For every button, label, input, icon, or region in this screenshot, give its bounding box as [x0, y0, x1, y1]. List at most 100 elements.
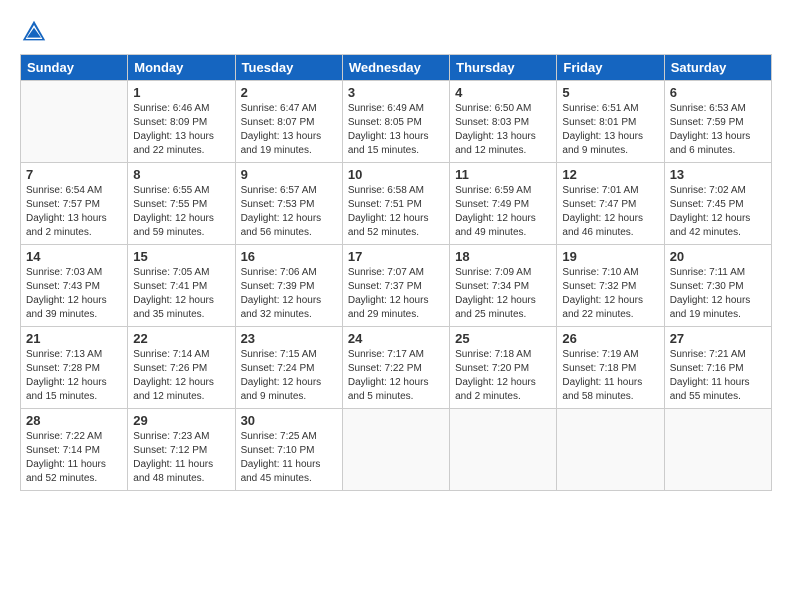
day-number: 23: [241, 331, 337, 346]
day-number: 18: [455, 249, 551, 264]
day-info: Sunrise: 7:07 AM Sunset: 7:37 PM Dayligh…: [348, 266, 444, 322]
calendar-cell: 15 Sunrise: 7:05 AM Sunset: 7:41 PM Dayli…: [128, 245, 235, 327]
calendar-week-row: 21 Sunrise: 7:13 AM Sunset: 7:28 PM Dayli…: [21, 327, 772, 409]
day-number: 21: [26, 331, 122, 346]
day-number: 15: [133, 249, 229, 264]
calendar-cell: 22 Sunrise: 7:14 AM Sunset: 7:26 PM Dayli…: [128, 327, 235, 409]
day-number: 16: [241, 249, 337, 264]
day-number: 26: [562, 331, 658, 346]
logo: [20, 18, 52, 46]
day-info: Sunrise: 7:10 AM Sunset: 7:32 PM Dayligh…: [562, 266, 658, 322]
day-info: Sunrise: 6:58 AM Sunset: 7:51 PM Dayligh…: [348, 184, 444, 240]
day-info: Sunrise: 6:49 AM Sunset: 8:05 PM Dayligh…: [348, 102, 444, 158]
day-number: 5: [562, 85, 658, 100]
calendar-cell: 5 Sunrise: 6:51 AM Sunset: 8:01 PM Daylig…: [557, 81, 664, 163]
day-info: Sunrise: 7:06 AM Sunset: 7:39 PM Dayligh…: [241, 266, 337, 322]
calendar-cell: 30Sunrise: 7:25 AM Sunset: 7:10 PM Dayli…: [235, 409, 342, 491]
day-info: Sunrise: 7:11 AM Sunset: 7:30 PM Dayligh…: [670, 266, 766, 322]
day-info: Sunrise: 6:53 AM Sunset: 7:59 PM Dayligh…: [670, 102, 766, 158]
day-info: Sunrise: 7:19 AM Sunset: 7:18 PM Dayligh…: [562, 348, 658, 404]
calendar-cell: 21 Sunrise: 7:13 AM Sunset: 7:28 PM Dayli…: [21, 327, 128, 409]
day-info: Sunrise: 7:18 AM Sunset: 7:20 PM Dayligh…: [455, 348, 551, 404]
calendar-cell: 25 Sunrise: 7:18 AM Sunset: 7:20 PM Dayli…: [450, 327, 557, 409]
calendar-header-saturday: Saturday: [664, 55, 771, 81]
day-number: 2: [241, 85, 337, 100]
day-info: Sunrise: 7:14 AM Sunset: 7:26 PM Dayligh…: [133, 348, 229, 404]
calendar-week-row: 1 Sunrise: 6:46 AM Sunset: 8:09 PM Daylig…: [21, 81, 772, 163]
day-number: 4: [455, 85, 551, 100]
calendar-cell: [450, 409, 557, 491]
calendar-cell: 23 Sunrise: 7:15 AM Sunset: 7:24 PM Dayli…: [235, 327, 342, 409]
calendar-week-row: 14 Sunrise: 7:03 AM Sunset: 7:43 PM Dayli…: [21, 245, 772, 327]
day-info: Sunrise: 6:55 AM Sunset: 7:55 PM Dayligh…: [133, 184, 229, 240]
day-number: 22: [133, 331, 229, 346]
day-info: Sunrise: 6:54 AM Sunset: 7:57 PM Dayligh…: [26, 184, 122, 240]
calendar-cell: [557, 409, 664, 491]
calendar-cell: 13Sunrise: 7:02 AM Sunset: 7:45 PM Dayli…: [664, 163, 771, 245]
calendar-cell: 18 Sunrise: 7:09 AM Sunset: 7:34 PM Dayli…: [450, 245, 557, 327]
day-number: 25: [455, 331, 551, 346]
calendar-cell: 1 Sunrise: 6:46 AM Sunset: 8:09 PM Daylig…: [128, 81, 235, 163]
day-info: Sunrise: 7:23 AM Sunset: 7:12 PM Dayligh…: [133, 430, 229, 486]
calendar-week-row: 7 Sunrise: 6:54 AM Sunset: 7:57 PM Daylig…: [21, 163, 772, 245]
calendar-cell: 28 Sunrise: 7:22 AM Sunset: 7:14 PM Dayli…: [21, 409, 128, 491]
day-info: Sunrise: 7:15 AM Sunset: 7:24 PM Dayligh…: [241, 348, 337, 404]
day-info: Sunrise: 7:13 AM Sunset: 7:28 PM Dayligh…: [26, 348, 122, 404]
day-info: Sunrise: 6:50 AM Sunset: 8:03 PM Dayligh…: [455, 102, 551, 158]
day-number: 3: [348, 85, 444, 100]
day-info: Sunrise: 6:46 AM Sunset: 8:09 PM Dayligh…: [133, 102, 229, 158]
calendar-cell: 19 Sunrise: 7:10 AM Sunset: 7:32 PM Dayli…: [557, 245, 664, 327]
day-number: 1: [133, 85, 229, 100]
day-number: 8: [133, 167, 229, 182]
day-info: Sunrise: 7:05 AM Sunset: 7:41 PM Dayligh…: [133, 266, 229, 322]
day-number: 12: [562, 167, 658, 182]
day-number: 7: [26, 167, 122, 182]
day-info: Sunrise: 7:22 AM Sunset: 7:14 PM Dayligh…: [26, 430, 122, 486]
calendar-header-monday: Monday: [128, 55, 235, 81]
day-info: Sunrise: 7:09 AM Sunset: 7:34 PM Dayligh…: [455, 266, 551, 322]
calendar-cell: 29 Sunrise: 7:23 AM Sunset: 7:12 PM Dayli…: [128, 409, 235, 491]
day-number: 6: [670, 85, 766, 100]
calendar-cell: 17 Sunrise: 7:07 AM Sunset: 7:37 PM Dayli…: [342, 245, 449, 327]
day-info: Sunrise: 6:51 AM Sunset: 8:01 PM Dayligh…: [562, 102, 658, 158]
calendar-cell: 6 Sunrise: 6:53 AM Sunset: 7:59 PM Daylig…: [664, 81, 771, 163]
day-info: Sunrise: 7:03 AM Sunset: 7:43 PM Dayligh…: [26, 266, 122, 322]
calendar-cell: [21, 81, 128, 163]
day-number: 11: [455, 167, 551, 182]
day-number: 27: [670, 331, 766, 346]
calendar-cell: 14 Sunrise: 7:03 AM Sunset: 7:43 PM Dayli…: [21, 245, 128, 327]
calendar-cell: [664, 409, 771, 491]
calendar-cell: 9 Sunrise: 6:57 AM Sunset: 7:53 PM Daylig…: [235, 163, 342, 245]
calendar-cell: 3 Sunrise: 6:49 AM Sunset: 8:05 PM Daylig…: [342, 81, 449, 163]
calendar-cell: [342, 409, 449, 491]
day-info: Sunrise: 6:47 AM Sunset: 8:07 PM Dayligh…: [241, 102, 337, 158]
day-number: 24: [348, 331, 444, 346]
calendar-header-friday: Friday: [557, 55, 664, 81]
calendar-header-tuesday: Tuesday: [235, 55, 342, 81]
day-number: 19: [562, 249, 658, 264]
day-number: 30: [241, 413, 337, 428]
calendar-cell: 24Sunrise: 7:17 AM Sunset: 7:22 PM Dayli…: [342, 327, 449, 409]
calendar-cell: 7 Sunrise: 6:54 AM Sunset: 7:57 PM Daylig…: [21, 163, 128, 245]
calendar-cell: 11Sunrise: 6:59 AM Sunset: 7:49 PM Dayli…: [450, 163, 557, 245]
day-number: 13: [670, 167, 766, 182]
day-info: Sunrise: 7:01 AM Sunset: 7:47 PM Dayligh…: [562, 184, 658, 240]
day-number: 20: [670, 249, 766, 264]
day-number: 28: [26, 413, 122, 428]
header: [20, 18, 772, 46]
calendar-cell: 12 Sunrise: 7:01 AM Sunset: 7:47 PM Dayli…: [557, 163, 664, 245]
day-number: 29: [133, 413, 229, 428]
day-number: 9: [241, 167, 337, 182]
day-number: 17: [348, 249, 444, 264]
day-info: Sunrise: 6:57 AM Sunset: 7:53 PM Dayligh…: [241, 184, 337, 240]
calendar-page: SundayMondayTuesdayWednesdayThursdayFrid…: [0, 0, 792, 612]
calendar-table: SundayMondayTuesdayWednesdayThursdayFrid…: [20, 54, 772, 491]
calendar-cell: 2 Sunrise: 6:47 AM Sunset: 8:07 PM Daylig…: [235, 81, 342, 163]
day-number: 14: [26, 249, 122, 264]
calendar-cell: 10Sunrise: 6:58 AM Sunset: 7:51 PM Dayli…: [342, 163, 449, 245]
calendar-header-row: SundayMondayTuesdayWednesdayThursdayFrid…: [21, 55, 772, 81]
calendar-cell: 26 Sunrise: 7:19 AM Sunset: 7:18 PM Dayli…: [557, 327, 664, 409]
calendar-cell: 16 Sunrise: 7:06 AM Sunset: 7:39 PM Dayli…: [235, 245, 342, 327]
logo-icon: [20, 18, 48, 46]
calendar-cell: 27Sunrise: 7:21 AM Sunset: 7:16 PM Dayli…: [664, 327, 771, 409]
